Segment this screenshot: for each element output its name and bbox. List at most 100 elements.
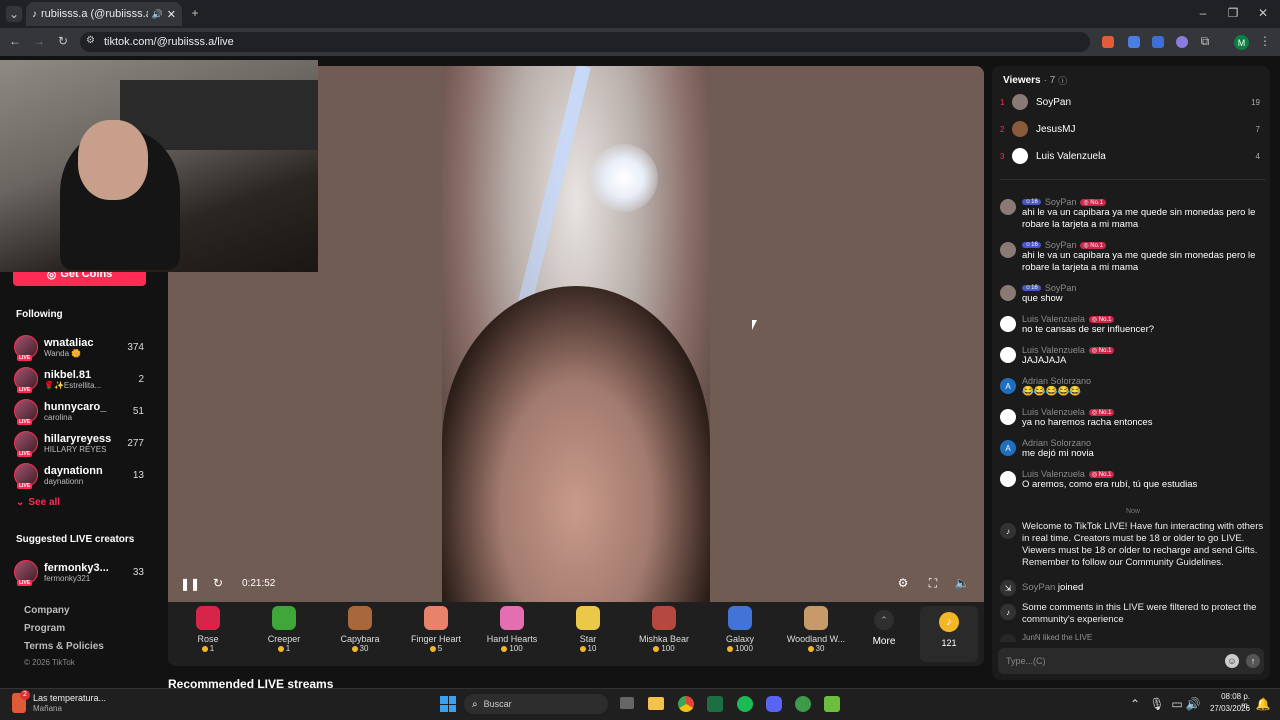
- footer-link-terms[interactable]: Terms & Policies: [24, 641, 104, 652]
- message-header: Luis Valenzuela ◎ No.1: [1022, 345, 1115, 355]
- ai-extension-icon[interactable]: [1176, 36, 1188, 48]
- minecraft-icon[interactable]: [824, 696, 840, 712]
- footer-link-program[interactable]: Program: [24, 623, 65, 634]
- viewer-rank: 1: [1000, 97, 1005, 107]
- windows-logo-quadrant: [448, 704, 456, 712]
- windows-logo-quadrant: [440, 696, 448, 704]
- shield-extension-icon[interactable]: [1152, 36, 1164, 48]
- following-item[interactable]: LIVE hunnycaro_ carolina 51: [14, 396, 164, 426]
- following-item[interactable]: LIVE daynationn daynationn 13: [14, 460, 164, 490]
- viewer-row[interactable]: 2 JesusMJ 7: [1000, 118, 1266, 140]
- gift-item-rose[interactable]: Rose 1: [174, 606, 242, 653]
- new-tab-icon[interactable]: +: [188, 6, 202, 20]
- following-name: nikbel.81: [44, 368, 92, 381]
- translate-extension-icon[interactable]: [1128, 36, 1140, 48]
- footer-link-company[interactable]: Company: [24, 605, 70, 616]
- profile-avatar[interactable]: M: [1234, 35, 1249, 50]
- following-item[interactable]: LIVE nikbel.81 🌹✨Estrellita... 2: [14, 364, 164, 394]
- viewer-count: 13: [132, 469, 144, 481]
- live-video-stream[interactable]: [442, 66, 710, 602]
- chat-message: Luis Valenzuela ◎ No.1 JAJAJAJA: [1000, 345, 1266, 367]
- more-gifts-button[interactable]: ⌃ More: [862, 610, 906, 647]
- gift-item-galaxy[interactable]: Galaxy 1000: [706, 606, 774, 653]
- tray-chevron-icon[interactable]: ⌃: [1128, 697, 1142, 711]
- address-bar[interactable]: ⚙ tiktok.com/@rubiisss.a/live: [80, 32, 1090, 52]
- chrome-icon[interactable]: [678, 696, 694, 712]
- person-face: [78, 120, 148, 200]
- spotify-icon[interactable]: [737, 696, 753, 712]
- window-close-icon[interactable]: ✕: [1256, 6, 1270, 20]
- notification-bell-icon[interactable]: 🔔: [1256, 697, 1271, 711]
- microphone-icon[interactable]: 🎙: [1149, 697, 1164, 711]
- avatar: LIVE: [14, 431, 38, 457]
- chat-input[interactable]: Type...(C) ☺ ↑: [998, 648, 1264, 674]
- following-item[interactable]: LIVE wnataliac Wanda 🌼 374: [14, 332, 164, 362]
- message-user: Luis Valenzuela: [1022, 407, 1085, 417]
- refresh-icon[interactable]: ↻: [211, 576, 225, 590]
- avatar: LIVE: [14, 560, 38, 586]
- fullscreen-icon[interactable]: ⛶: [926, 576, 940, 590]
- settings-icon[interactable]: ⚙: [896, 576, 910, 590]
- avatar: A: [1000, 378, 1016, 394]
- gift-item-woodland[interactable]: Woodland W... 30: [782, 606, 850, 653]
- volume-icon[interactable]: 🔈: [955, 576, 970, 590]
- tab-search-icon[interactable]: ⌄: [6, 6, 22, 22]
- live-badge: LIVE: [17, 387, 33, 393]
- gift-item-hand-hearts[interactable]: Hand Hearts 100: [478, 606, 546, 653]
- network-icon[interactable]: ▭: [1170, 697, 1184, 711]
- coin-balance-button[interactable]: ♪ 121: [920, 606, 978, 662]
- gift-price-value: 30: [359, 644, 369, 653]
- site-info-icon[interactable]: ⚙: [86, 35, 95, 46]
- gift-item-star[interactable]: Star 10: [554, 606, 622, 653]
- discord-icon[interactable]: [766, 696, 782, 712]
- gift-item-mishka-bear[interactable]: Mishka Bear 100: [630, 606, 698, 653]
- tab-audio-icon: 🔊: [151, 8, 163, 19]
- emoji-icon[interactable]: ☺: [1225, 654, 1239, 668]
- gift-price-value: 5: [437, 644, 443, 653]
- speaker-icon[interactable]: 🔊: [1186, 697, 1201, 711]
- chat-message: Luis Valenzuela ◎ No.1 no te cansas de se…: [1000, 314, 1266, 336]
- menu-kebab-icon[interactable]: ⋮: [1258, 34, 1272, 48]
- clock-date[interactable]: 27/03/2026: [1208, 704, 1250, 713]
- system-message-joined: ⇲ SoyPan joined: [1000, 580, 1266, 596]
- forward-icon[interactable]: →: [32, 34, 46, 48]
- welcome-text: Welcome to TikTok LIVE! Have fun interac…: [1022, 521, 1264, 568]
- message-user: Adrian Solorzano: [1022, 438, 1092, 448]
- viewer-row[interactable]: 3 Luis Valenzuela 4: [1000, 145, 1266, 167]
- minimize-icon[interactable]: –: [1196, 6, 1210, 20]
- gift-price-value: 1: [285, 644, 291, 653]
- message-text: no te cansas de ser influencer?: [1022, 324, 1155, 335]
- info-icon[interactable]: ⓘ: [1058, 74, 1067, 87]
- restore-icon[interactable]: ❐: [1226, 6, 1240, 20]
- suggested-item[interactable]: LIVE fermonky3... fermonky321 33: [14, 557, 164, 587]
- following-heading: Following: [16, 309, 63, 320]
- back-icon[interactable]: ←: [8, 34, 22, 48]
- message-text: ya no haremos racha entonces: [1022, 417, 1153, 428]
- tab-title: rubiisss.a (@rubiisss.a) is LIVE: [41, 8, 148, 20]
- reload-icon[interactable]: ↻: [56, 34, 70, 48]
- windows-start-icon[interactable]: [440, 696, 456, 712]
- excel-icon[interactable]: [707, 696, 723, 712]
- gift-item-finger-heart[interactable]: Finger Heart 5: [402, 606, 470, 653]
- gift-item-creeper[interactable]: Creeper 1: [250, 606, 318, 653]
- coin-icon: [579, 645, 586, 652]
- file-explorer-icon[interactable]: [648, 697, 664, 710]
- weather-text[interactable]: Las temperatura...: [33, 693, 106, 703]
- tab-close-icon[interactable]: ✕: [167, 8, 176, 21]
- system-message-welcome: ♪ Welcome to TikTok LIVE! Have fun inter…: [1000, 521, 1266, 569]
- following-item[interactable]: LIVE hillaryreyess HILLARY REYES 277: [14, 428, 164, 458]
- taskbar-search[interactable]: ⌕ Buscar: [464, 694, 608, 714]
- message-user: SoyPan: [1044, 283, 1077, 293]
- capybara-icon: [348, 606, 372, 630]
- xbox-icon[interactable]: [795, 696, 811, 712]
- viewer-count: 374: [127, 341, 144, 353]
- see-all-link[interactable]: ⌄ See all: [16, 497, 60, 508]
- viewer-row[interactable]: 1 SoyPan 19: [1000, 91, 1266, 113]
- browser-tab[interactable]: ♪ rubiisss.a (@rubiisss.a) is LIVE 🔊 ✕: [26, 2, 182, 26]
- extension-icon[interactable]: [1102, 36, 1114, 48]
- pause-icon[interactable]: ❚❚: [180, 577, 200, 591]
- send-icon[interactable]: ↑: [1246, 654, 1260, 668]
- extensions-puzzle-icon[interactable]: ⧉: [1198, 34, 1212, 48]
- gift-item-capybara[interactable]: Capybara 30: [326, 606, 394, 653]
- task-view-icon[interactable]: [620, 697, 634, 709]
